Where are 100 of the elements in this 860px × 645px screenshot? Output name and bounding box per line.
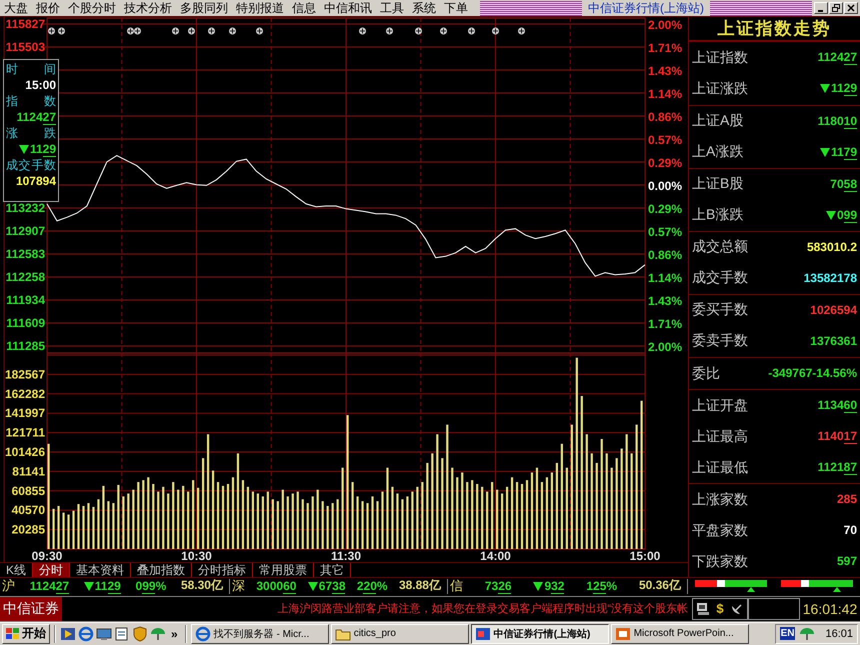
language-indicator[interactable]: EN [780,627,796,640]
volume-bar [286,496,289,550]
volume-bar [157,492,160,550]
desktop-icon[interactable] [96,626,112,642]
menu-item[interactable]: 信息 [288,0,320,16]
axis-label: 09:30 [32,549,62,562]
volume-bar [376,502,379,550]
volume-bar [192,480,194,550]
menu-item[interactable]: 特别报道 [232,0,288,16]
axis-label: 111285 [6,339,45,354]
menu-item[interactable]: 中信和讯 [320,0,376,16]
volume-bar [232,478,234,550]
volume-bar [302,500,304,550]
volume-bar [122,496,124,550]
volume-bar [112,503,114,550]
volume-bar [336,500,339,550]
stat-label: 平盘家数 [692,522,748,540]
task-button[interactable]: Microsoft PowerPoin... [610,624,749,644]
menu-item[interactable]: 个股分时 [64,0,120,16]
menu-item[interactable]: 多股同列 [176,0,232,16]
volume-bar [252,492,254,550]
axis-label: 0.00% [648,179,682,194]
stat-label: 上证B股 [692,175,744,194]
restore-button[interactable] [829,2,843,14]
volume-bar [491,482,494,550]
value-text: 1129 [30,142,56,158]
task-button[interactable]: 找不到服务器 - Micr... [190,624,329,644]
volume-bar [516,482,518,550]
menu-item[interactable]: 大盘 [0,0,32,16]
minimize-button[interactable] [814,2,828,14]
volume-bar [276,502,279,550]
stat-label: 委卖手数 [692,332,748,350]
volume-bar [316,490,319,550]
stat-label: 成交手数 [692,269,748,288]
market-name: 深 [232,577,245,596]
umbrella-icon[interactable] [799,626,816,642]
axis-label: 162282 [4,387,45,402]
volume-bar [486,492,488,550]
value-text: 597 [836,554,857,570]
media-player-icon[interactable] [60,626,76,642]
volume-bar [510,478,514,550]
axis-label: 2.00% [648,340,682,354]
menu-item[interactable]: 工具 [376,0,408,16]
value-text: 13582178 [804,270,857,286]
axis-label: 81141 [12,464,45,479]
stat-label: 成交总额 [692,238,748,256]
close-button[interactable] [844,2,858,14]
stat-label: 下跌家数 [692,552,748,571]
volume-bar [520,484,524,550]
browser-icon[interactable] [78,626,94,642]
axis-label: 111934 [6,293,45,308]
value-text: 1376361 [810,334,857,349]
news-message: 上海沪闵路营业部客户请注意，如果您在登录交易客户端程序时出现“没有这个股东帐 [276,602,689,616]
volume-bar [132,490,134,550]
more-button[interactable]: » [168,626,181,641]
stat-label: 上证最高 [692,428,748,446]
menu-item[interactable]: 技术分析 [120,0,176,16]
axis-label: 115827 [6,17,45,32]
volume-bar [117,485,120,550]
volume-bar [262,496,264,550]
value-text: 1129 [94,578,121,594]
start-button[interactable]: 开始 [2,624,50,644]
volume-bar [381,492,384,550]
value-text: -349767-14.56% [768,366,857,382]
volume-bar [152,484,154,550]
value-text: 107894 [16,174,56,190]
menu-item[interactable]: 系统 [408,0,440,16]
axis-label: 0.86% [648,110,682,124]
volume-bar [57,506,60,550]
menu-item[interactable]: 下单 [440,0,472,16]
value-text: 113460 [818,398,857,414]
volume-bar [272,500,274,550]
volume-bar [471,480,474,550]
shield-icon[interactable] [132,626,148,642]
volume-bar [396,494,399,550]
axis-label: 121711 [6,426,45,440]
volume-bar [256,494,259,550]
axis-label: 0.29% [648,202,682,216]
axis-label: 112583 [6,247,45,262]
value-text: 285 [836,492,857,508]
notepad-icon[interactable] [114,626,130,642]
tab[interactable]: 分时 [33,563,70,578]
stat-label: 上证开盘 [692,396,748,415]
axis-label: 0.29% [648,156,682,170]
close-icon [847,4,855,12]
value-text: 112427 [16,110,56,126]
clock: 16:01:42 [802,600,858,617]
axis-label: 0.86% [648,248,682,262]
volume-bar [266,492,269,550]
info-label: 时 间 [6,62,56,78]
menu-item[interactable]: 报价 [32,0,64,16]
stat-label: 上证涨跌 [692,80,748,98]
umbrella-icon[interactable] [150,626,166,642]
stat-label: 上B涨跌 [692,206,744,224]
value-text: 1179 [830,144,857,160]
volume-bar [496,490,498,550]
task-button[interactable]: 中信证券行情(上海站) [470,624,609,644]
task-button[interactable]: citics_pro [330,624,469,644]
window-title: 中信证券行情(上海站) [582,0,710,17]
volume-bar [282,490,284,550]
